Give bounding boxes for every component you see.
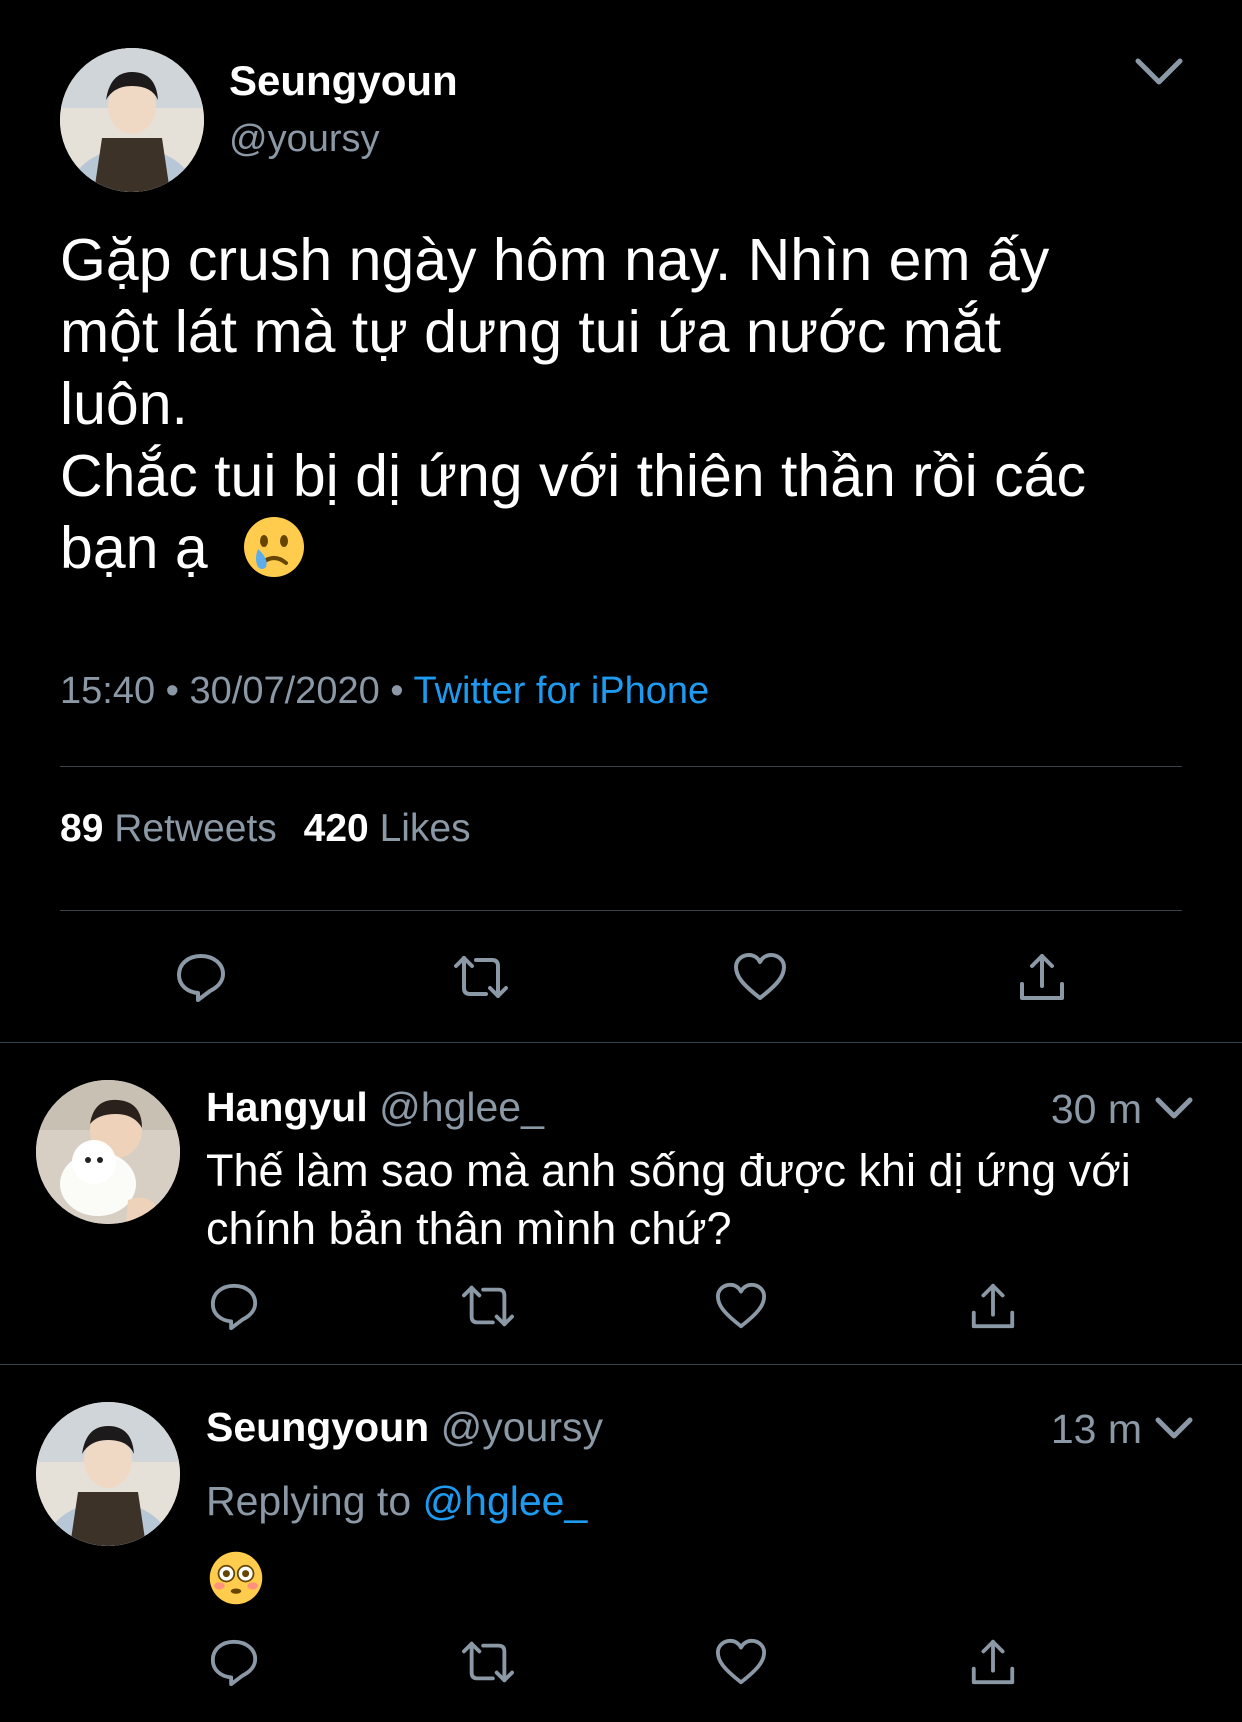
tweet-meta: 15:40 • 30/07/2020 • Twitter for iPhone bbox=[60, 668, 709, 714]
share-icon[interactable] bbox=[1016, 950, 1068, 1004]
like-icon[interactable] bbox=[714, 1280, 768, 1332]
reply-author-name[interactable]: Hangyul bbox=[206, 1084, 368, 1130]
retweet-count: 89 bbox=[60, 807, 104, 850]
tweet-text: Gặp crush ngày hôm nay. Nhìn em ấy một l… bbox=[60, 224, 1190, 584]
tweet-source-link[interactable]: Twitter for iPhone bbox=[413, 670, 709, 712]
reply-text: Thế làm sao mà anh sống được khi dị ứng … bbox=[206, 1142, 1216, 1258]
like-stat[interactable]: 420 Likes bbox=[304, 807, 471, 850]
reply-author-handle[interactable]: @yoursy bbox=[441, 1404, 603, 1450]
crying-face-emoji bbox=[242, 515, 306, 579]
chevron-down-icon[interactable] bbox=[1134, 55, 1184, 89]
avatar-reply[interactable] bbox=[36, 1080, 180, 1224]
tweet-line: bạn ạ bbox=[60, 515, 208, 581]
flushed-face-emoji bbox=[208, 1550, 264, 1606]
author-name[interactable]: Seungyoun bbox=[229, 56, 458, 106]
like-icon[interactable] bbox=[732, 950, 788, 1004]
reply-author-name[interactable]: Seungyoun bbox=[206, 1404, 429, 1450]
replying-to-label: Replying to bbox=[206, 1478, 412, 1524]
tweet-line: một lát mà tự dưng tui ứa nước mắt bbox=[60, 299, 1002, 365]
tweet-line: Gặp crush ngày hôm nay. Nhìn em ấy bbox=[60, 227, 1050, 293]
engagement-stats: 89 Retweets 420 Likes bbox=[60, 806, 471, 852]
chevron-down-icon[interactable] bbox=[1154, 1094, 1194, 1122]
tweet-line: Chắc tui bị dị ứng với thiên thần rồi cá… bbox=[60, 443, 1086, 509]
like-icon[interactable] bbox=[714, 1636, 768, 1688]
reply-author-handle[interactable]: @hglee_ bbox=[379, 1084, 544, 1130]
meta-separator: • bbox=[165, 670, 190, 712]
retweet-icon[interactable] bbox=[452, 950, 510, 1004]
reply-age: 13 m bbox=[1050, 1406, 1142, 1452]
share-icon[interactable] bbox=[968, 1636, 1018, 1688]
reply-header: Hangyul @hglee_ bbox=[206, 1082, 544, 1132]
tweet-line-last: bạn ạ bbox=[60, 512, 1190, 584]
author-handle[interactable]: @yoursy bbox=[229, 116, 380, 162]
replying-to-handle[interactable]: @hglee_ bbox=[423, 1478, 588, 1524]
reply-line: Thế làm sao mà anh sống được khi dị ứng … bbox=[206, 1145, 1131, 1196]
divider bbox=[0, 1364, 1242, 1365]
retweet-icon[interactable] bbox=[460, 1636, 516, 1688]
share-icon[interactable] bbox=[968, 1280, 1018, 1332]
meta-separator: • bbox=[390, 670, 414, 712]
divider bbox=[0, 1042, 1242, 1043]
reply-line: chính bản thân mình chứ? bbox=[206, 1203, 732, 1254]
reply-icon[interactable] bbox=[208, 1636, 260, 1688]
retweet-label: Retweets bbox=[114, 807, 277, 850]
divider bbox=[60, 766, 1182, 767]
reply-header: Seungyoun @yoursy bbox=[206, 1402, 603, 1452]
retweet-stat[interactable]: 89 Retweets bbox=[60, 807, 288, 850]
tweet-time: 15:40 bbox=[60, 670, 156, 712]
avatar-main[interactable] bbox=[60, 48, 204, 192]
like-count: 420 bbox=[303, 807, 369, 850]
chevron-down-icon[interactable] bbox=[1154, 1414, 1194, 1442]
reply-icon[interactable] bbox=[174, 950, 228, 1004]
divider bbox=[60, 910, 1182, 911]
retweet-icon[interactable] bbox=[460, 1280, 516, 1332]
reply-icon[interactable] bbox=[208, 1280, 260, 1332]
tweet-line: luôn. bbox=[60, 371, 188, 437]
like-label: Likes bbox=[379, 807, 471, 850]
reply-age: 30 m bbox=[1050, 1086, 1142, 1132]
avatar-reply[interactable] bbox=[36, 1402, 180, 1546]
replying-to: Replying to @hglee_ bbox=[206, 1476, 587, 1526]
tweet-date: 30/07/2020 bbox=[189, 670, 380, 712]
